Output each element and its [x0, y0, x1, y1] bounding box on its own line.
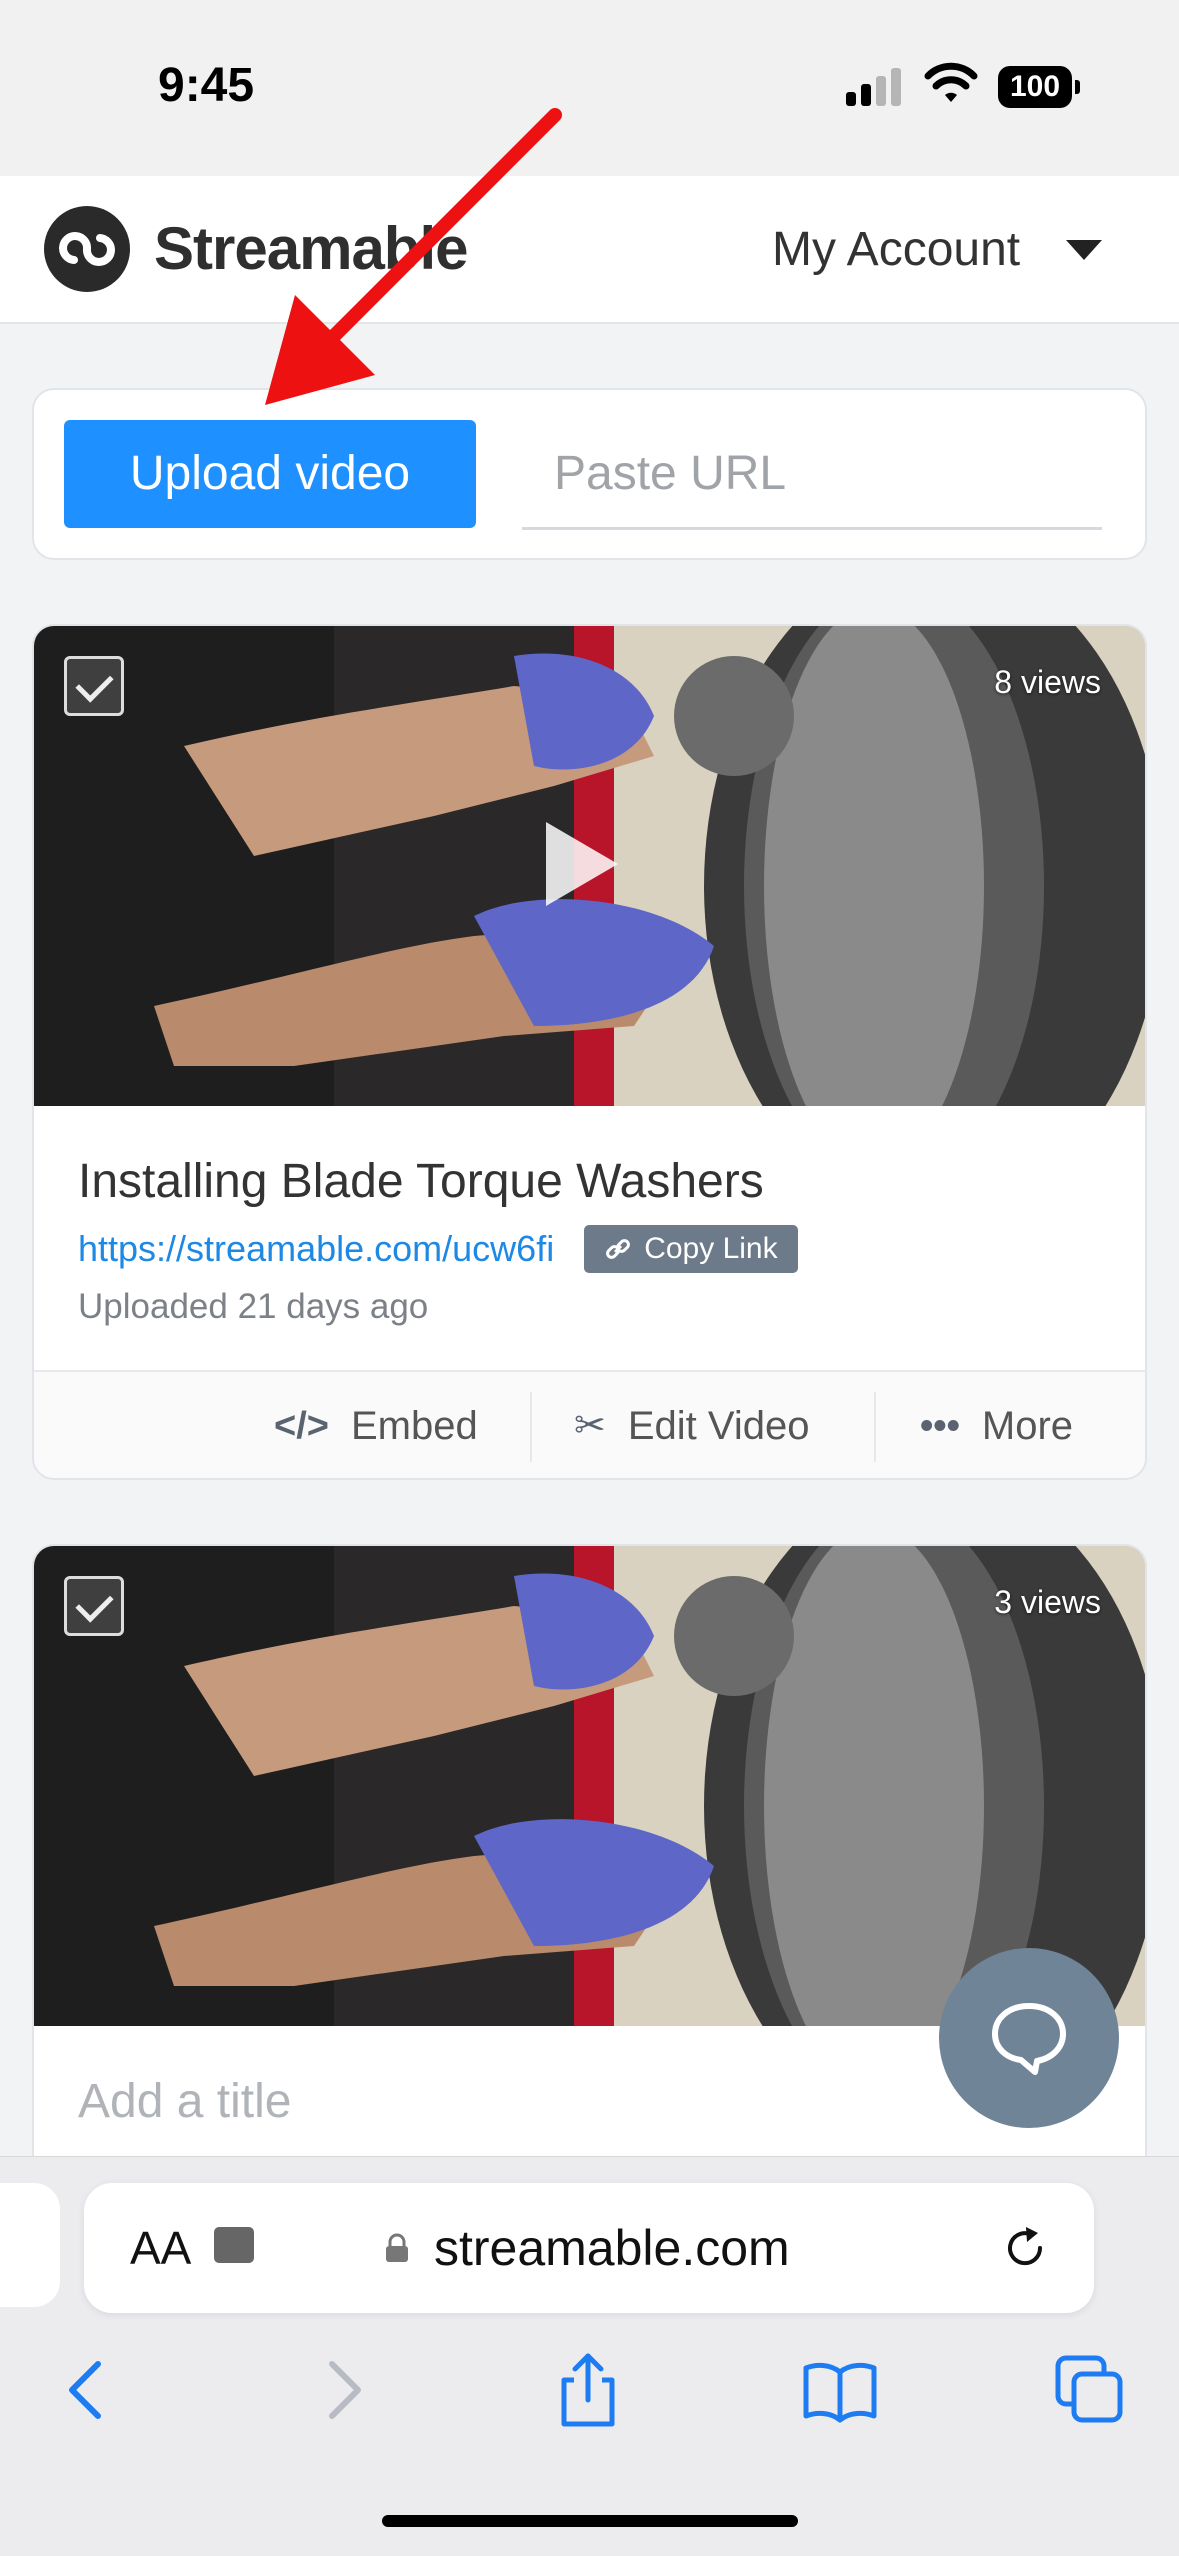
home-indicator	[382, 2515, 798, 2527]
reload-icon[interactable]	[1000, 2223, 1050, 2273]
video-link[interactable]: https://streamable.com/ucw6fi	[78, 1228, 554, 1270]
more-label: More	[981, 1404, 1074, 1448]
divider	[874, 1392, 876, 1462]
select-checkbox[interactable]	[64, 1576, 124, 1636]
video-card: 8 views Installing Blade Torque Washers …	[32, 624, 1147, 1480]
link-icon	[606, 1239, 631, 1259]
share-icon[interactable]	[548, 2350, 628, 2430]
status-bar: 9:45 100	[0, 0, 1179, 176]
embed-label: Embed	[350, 1404, 478, 1448]
edit-video-label: Edit Video	[627, 1404, 810, 1448]
divider	[530, 1392, 532, 1462]
video-title[interactable]: Installing Blade Torque Washers	[78, 1154, 1101, 1209]
my-account-menu[interactable]: My Account	[772, 222, 1020, 277]
extension-icon[interactable]	[214, 2227, 254, 2263]
text-size-button[interactable]: AA	[130, 2221, 191, 2275]
back-icon[interactable]	[48, 2350, 128, 2430]
select-checkbox[interactable]	[64, 656, 124, 716]
ellipsis-icon: •••	[920, 1405, 960, 1447]
code-icon: </>	[274, 1405, 329, 1447]
upload-card: Upload video	[32, 388, 1147, 560]
edit-video-button[interactable]: ✂ Edit Video	[574, 1372, 810, 1478]
bookmarks-icon[interactable]	[800, 2350, 880, 2430]
wifi-icon	[924, 62, 978, 102]
view-count: 3 views	[994, 1584, 1101, 1620]
video-thumbnail[interactable]: 3 views	[34, 1546, 1145, 2026]
caret-down-icon[interactable]	[1066, 240, 1102, 260]
video-details: Installing Blade Torque Washers https://…	[34, 1106, 1145, 1370]
chat-bubble-icon	[992, 2003, 1066, 2075]
video-actions-bar: </> Embed ✂ Edit Video ••• More	[34, 1370, 1145, 1478]
upload-timestamp: Uploaded 21 days ago	[78, 1287, 429, 1326]
status-time: 9:45	[158, 59, 255, 112]
scissors-icon: ✂	[574, 1405, 606, 1447]
upload-video-button[interactable]: Upload video	[64, 420, 476, 528]
view-count: 8 views	[994, 664, 1101, 700]
address-bar[interactable]: AA streamable.com	[84, 2183, 1094, 2313]
tabs-icon[interactable]	[1050, 2350, 1130, 2430]
logo-wordmark[interactable]: Streamable	[154, 214, 468, 283]
copy-link-label: Copy Link	[644, 1232, 778, 1265]
cellular-signal-icon	[846, 68, 902, 106]
play-icon[interactable]	[546, 822, 618, 906]
support-chat-button[interactable]	[939, 1948, 1119, 2128]
streamable-logo-icon[interactable]	[44, 206, 130, 292]
lock-icon	[386, 2233, 408, 2262]
copy-link-button[interactable]: Copy Link	[584, 1225, 798, 1273]
battery-indicator: 100	[998, 66, 1080, 108]
video-thumbnail[interactable]: 8 views	[34, 626, 1145, 1106]
add-title-field[interactable]: Add a title	[78, 2074, 1101, 2129]
paste-url-input[interactable]	[522, 420, 1102, 530]
url-domain[interactable]: streamable.com	[434, 2219, 790, 2277]
previous-tab-peek[interactable]	[0, 2183, 60, 2307]
more-button[interactable]: ••• More	[920, 1372, 1074, 1478]
embed-button[interactable]: </> Embed	[274, 1372, 478, 1478]
forward-icon[interactable]	[302, 2350, 382, 2430]
site-header: Streamable My Account	[0, 176, 1179, 324]
